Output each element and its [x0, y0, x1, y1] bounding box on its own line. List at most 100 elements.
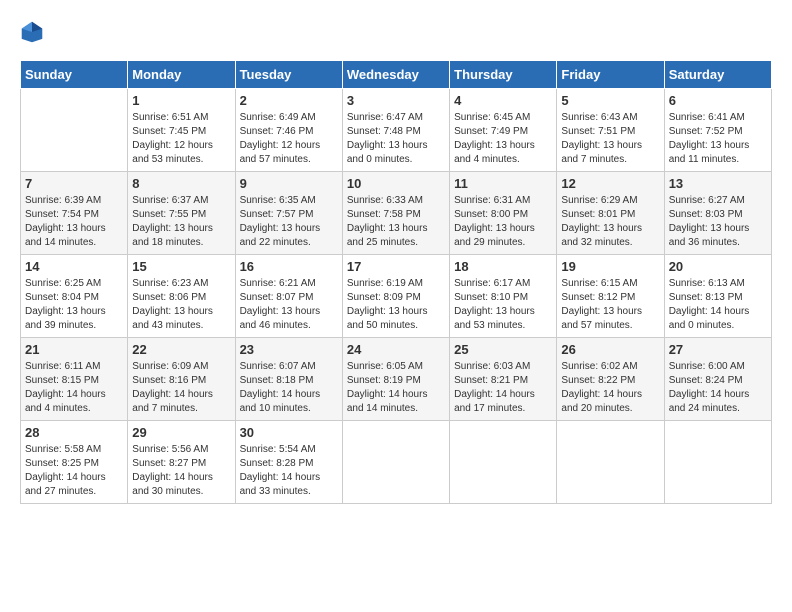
calendar-week-row: 1 Sunrise: 6:51 AMSunset: 7:45 PMDaylight… — [21, 89, 772, 172]
calendar-cell: 29Sunrise: 5:56 AMSunset: 8:27 PMDayligh… — [128, 421, 235, 504]
day-number: 13 — [669, 176, 767, 191]
calendar-cell — [557, 421, 664, 504]
day-number: 3 — [347, 93, 445, 108]
day-info: Sunrise: 6:35 AMSunset: 7:57 PMDaylight:… — [240, 194, 338, 250]
day-info: Sunrise: 6:37 AMSunset: 7:55 PMDaylight:… — [132, 194, 230, 250]
calendar-week-row: 28 Sunrise: 5:58 AMSunset: 8:25 PMDayligh… — [21, 421, 772, 504]
calendar-cell: 19 Sunrise: 6:15 AMSunset: 8:12 PMDayligh… — [557, 255, 664, 338]
calendar-cell: 20 Sunrise: 6:13 AMSunset: 8:13 PMDayligh… — [664, 255, 771, 338]
day-number: 9 — [240, 176, 338, 191]
calendar-cell: 30 Sunrise: 5:54 AMSunset: 8:28 PMDayligh… — [235, 421, 342, 504]
day-header-tuesday: Tuesday — [235, 61, 342, 89]
day-number: 22 — [132, 342, 230, 357]
day-info: Sunrise: 6:47 AMSunset: 7:48 PMDaylight:… — [347, 111, 445, 167]
day-info: Sunrise: 6:11 AMSunset: 8:15 PMDaylight:… — [25, 360, 123, 416]
day-number: 28 — [25, 425, 123, 440]
logo — [20, 20, 48, 44]
calendar-cell — [342, 421, 449, 504]
calendar-cell: 6 Sunrise: 6:41 AMSunset: 7:52 PMDaylight… — [664, 89, 771, 172]
calendar-cell: 7 Sunrise: 6:39 AMSunset: 7:54 PMDaylight… — [21, 172, 128, 255]
calendar-cell: 25 Sunrise: 6:03 AMSunset: 8:21 PMDayligh… — [450, 338, 557, 421]
day-info: Sunrise: 6:49 AMSunset: 7:46 PMDaylight:… — [240, 111, 338, 167]
day-info: Sunrise: 6:25 AMSunset: 8:04 PMDaylight:… — [25, 277, 123, 333]
day-number: 10 — [347, 176, 445, 191]
day-info: Sunrise: 6:05 AMSunset: 8:19 PMDaylight:… — [347, 360, 445, 416]
calendar-cell: 21 Sunrise: 6:11 AMSunset: 8:15 PMDayligh… — [21, 338, 128, 421]
day-info: Sunrise: 6:41 AMSunset: 7:52 PMDaylight:… — [669, 111, 767, 167]
calendar-cell: 1 Sunrise: 6:51 AMSunset: 7:45 PMDaylight… — [128, 89, 235, 172]
day-header-saturday: Saturday — [664, 61, 771, 89]
day-info: Sunrise: 6:43 AMSunset: 7:51 PMDaylight:… — [561, 111, 659, 167]
day-header-friday: Friday — [557, 61, 664, 89]
logo-icon — [20, 20, 44, 44]
day-number: 2 — [240, 93, 338, 108]
calendar-table: SundayMondayTuesdayWednesdayThursdayFrid… — [20, 60, 772, 504]
day-number: 25 — [454, 342, 552, 357]
page-header — [20, 20, 772, 44]
day-info: Sunrise: 5:58 AMSunset: 8:25 PMDaylight:… — [25, 443, 123, 499]
day-number: 4 — [454, 93, 552, 108]
day-number: 1 — [132, 93, 230, 108]
day-number: 7 — [25, 176, 123, 191]
day-info: Sunrise: 6:23 AMSunset: 8:06 PMDaylight:… — [132, 277, 230, 333]
day-info: Sunrise: 6:39 AMSunset: 7:54 PMDaylight:… — [25, 194, 123, 250]
calendar-cell: 15 Sunrise: 6:23 AMSunset: 8:06 PMDayligh… — [128, 255, 235, 338]
day-number: 23 — [240, 342, 338, 357]
day-info: Sunrise: 6:02 AMSunset: 8:22 PMDaylight:… — [561, 360, 659, 416]
day-number: 21 — [25, 342, 123, 357]
day-info: Sunrise: 6:15 AMSunset: 8:12 PMDaylight:… — [561, 277, 659, 333]
calendar-cell: 4 Sunrise: 6:45 AMSunset: 7:49 PMDaylight… — [450, 89, 557, 172]
calendar-cell: 3 Sunrise: 6:47 AMSunset: 7:48 PMDaylight… — [342, 89, 449, 172]
calendar-cell: 27Sunrise: 6:00 AMSunset: 8:24 PMDayligh… — [664, 338, 771, 421]
day-info: Sunrise: 6:09 AMSunset: 8:16 PMDaylight:… — [132, 360, 230, 416]
calendar-cell: 11Sunrise: 6:31 AMSunset: 8:00 PMDayligh… — [450, 172, 557, 255]
day-header-monday: Monday — [128, 61, 235, 89]
day-number: 12 — [561, 176, 659, 191]
day-number: 30 — [240, 425, 338, 440]
calendar-week-row: 7 Sunrise: 6:39 AMSunset: 7:54 PMDaylight… — [21, 172, 772, 255]
day-info: Sunrise: 6:00 AMSunset: 8:24 PMDaylight:… — [669, 360, 767, 416]
calendar-cell — [664, 421, 771, 504]
day-number: 17 — [347, 259, 445, 274]
day-info: Sunrise: 6:19 AMSunset: 8:09 PMDaylight:… — [347, 277, 445, 333]
calendar-cell: 23 Sunrise: 6:07 AMSunset: 8:18 PMDayligh… — [235, 338, 342, 421]
day-info: Sunrise: 6:27 AMSunset: 8:03 PMDaylight:… — [669, 194, 767, 250]
day-number: 14 — [25, 259, 123, 274]
calendar-cell: 17 Sunrise: 6:19 AMSunset: 8:09 PMDayligh… — [342, 255, 449, 338]
day-number: 5 — [561, 93, 659, 108]
day-info: Sunrise: 6:21 AMSunset: 8:07 PMDaylight:… — [240, 277, 338, 333]
day-number: 16 — [240, 259, 338, 274]
day-info: Sunrise: 6:29 AMSunset: 8:01 PMDaylight:… — [561, 194, 659, 250]
day-info: Sunrise: 6:17 AMSunset: 8:10 PMDaylight:… — [454, 277, 552, 333]
day-header-wednesday: Wednesday — [342, 61, 449, 89]
calendar-cell: 28 Sunrise: 5:58 AMSunset: 8:25 PMDayligh… — [21, 421, 128, 504]
day-number: 18 — [454, 259, 552, 274]
day-info: Sunrise: 6:13 AMSunset: 8:13 PMDaylight:… — [669, 277, 767, 333]
calendar-cell: 9 Sunrise: 6:35 AMSunset: 7:57 PMDaylight… — [235, 172, 342, 255]
day-info: Sunrise: 5:56 AMSunset: 8:27 PMDaylight:… — [132, 443, 230, 499]
day-info: Sunrise: 5:54 AMSunset: 8:28 PMDaylight:… — [240, 443, 338, 499]
day-number: 15 — [132, 259, 230, 274]
calendar-cell: 18 Sunrise: 6:17 AMSunset: 8:10 PMDayligh… — [450, 255, 557, 338]
day-info: Sunrise: 6:31 AMSunset: 8:00 PMDaylight:… — [454, 194, 552, 250]
day-number: 26 — [561, 342, 659, 357]
day-number: 8 — [132, 176, 230, 191]
day-number: 6 — [669, 93, 767, 108]
calendar-cell: 13 Sunrise: 6:27 AMSunset: 8:03 PMDayligh… — [664, 172, 771, 255]
calendar-cell: 26 Sunrise: 6:02 AMSunset: 8:22 PMDayligh… — [557, 338, 664, 421]
calendar-cell: 5 Sunrise: 6:43 AMSunset: 7:51 PMDaylight… — [557, 89, 664, 172]
calendar-cell: 22 Sunrise: 6:09 AMSunset: 8:16 PMDayligh… — [128, 338, 235, 421]
day-number: 19 — [561, 259, 659, 274]
calendar-week-row: 21 Sunrise: 6:11 AMSunset: 8:15 PMDayligh… — [21, 338, 772, 421]
calendar-cell: 24Sunrise: 6:05 AMSunset: 8:19 PMDayligh… — [342, 338, 449, 421]
day-info: Sunrise: 6:07 AMSunset: 8:18 PMDaylight:… — [240, 360, 338, 416]
day-header-sunday: Sunday — [21, 61, 128, 89]
day-info: Sunrise: 6:03 AMSunset: 8:21 PMDaylight:… — [454, 360, 552, 416]
calendar-cell: 16 Sunrise: 6:21 AMSunset: 8:07 PMDayligh… — [235, 255, 342, 338]
calendar-cell — [450, 421, 557, 504]
day-info: Sunrise: 6:45 AMSunset: 7:49 PMDaylight:… — [454, 111, 552, 167]
day-header-thursday: Thursday — [450, 61, 557, 89]
day-info: Sunrise: 6:51 AMSunset: 7:45 PMDaylight:… — [132, 111, 230, 167]
day-number: 20 — [669, 259, 767, 274]
calendar-cell: 8 Sunrise: 6:37 AMSunset: 7:55 PMDaylight… — [128, 172, 235, 255]
